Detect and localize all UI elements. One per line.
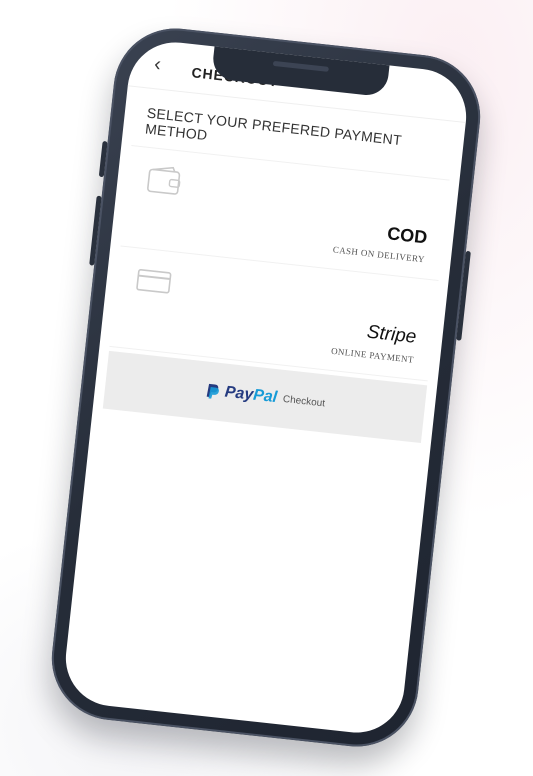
background-stage: ‹ CHECKOUT SELECT YOUR PREFERED PAYMENT … [0, 0, 533, 776]
payment-option-name: COD [386, 223, 429, 248]
volume-button [89, 195, 102, 266]
paypal-brand-pal: Pal [252, 386, 278, 407]
paypal-brand-pay: Pay [223, 383, 255, 404]
wallet-icon [147, 166, 181, 195]
paypal-logo-icon [206, 383, 219, 399]
back-button[interactable]: ‹ [153, 53, 162, 76]
credit-card-icon [136, 268, 172, 294]
paypal-checkout-label: Checkout [282, 393, 326, 409]
phone-screen: ‹ CHECKOUT SELECT YOUR PREFERED PAYMENT … [60, 37, 472, 738]
payment-option-subtitle: ONLINE PAYMENT [330, 345, 415, 365]
payment-option-name: Stripe [365, 321, 418, 348]
mute-switch [98, 140, 108, 178]
power-button [456, 250, 471, 341]
payment-option-subtitle: CASH ON DELIVERY [332, 244, 426, 265]
phone-mockup: ‹ CHECKOUT SELECT YOUR PREFERED PAYMENT … [45, 22, 487, 753]
speaker-grille [272, 60, 329, 72]
